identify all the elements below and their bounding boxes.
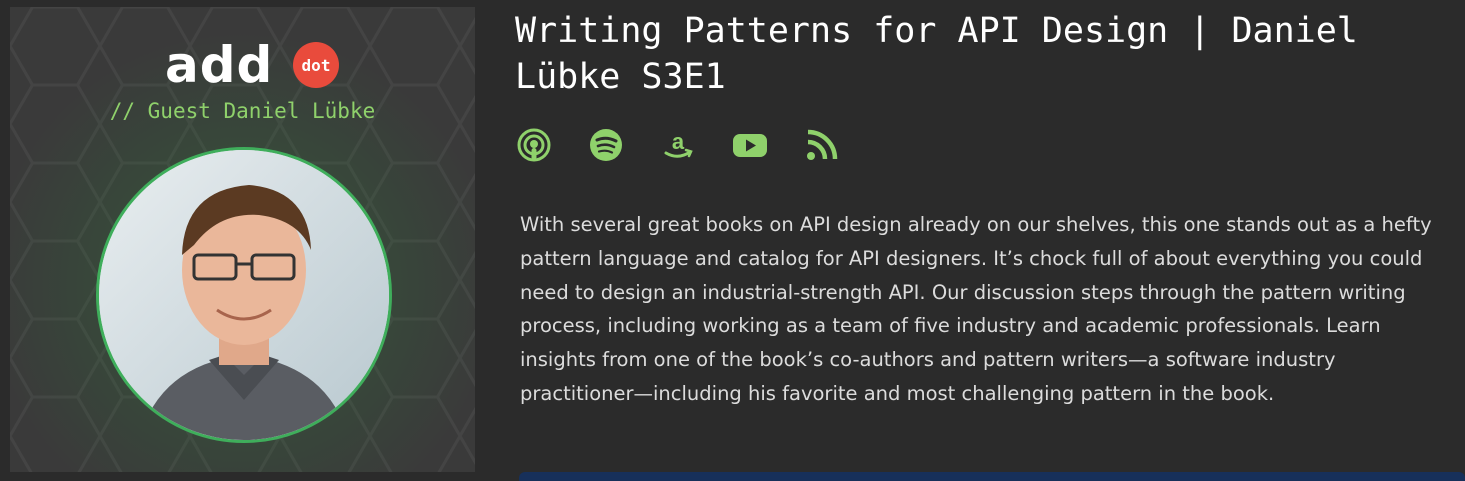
rss-icon — [807, 129, 838, 160]
rss-link[interactable] — [803, 126, 841, 164]
amazon-icon: a — [664, 129, 693, 158]
logo-badge: dot — [293, 42, 339, 88]
episode-title: Writing Patterns for API Design | Daniel… — [515, 11, 1358, 97]
amazon-music-link[interactable]: a — [659, 126, 697, 164]
youtube-link[interactable] — [731, 126, 769, 164]
youtube-icon — [733, 134, 767, 157]
platform-links: a — [515, 126, 875, 164]
episode-cover-art: add dot // Guest Daniel Lübke — [10, 7, 475, 472]
apple-podcasts-link[interactable] — [515, 126, 553, 164]
spotify-icon — [590, 129, 622, 161]
logo-text: add — [165, 36, 274, 94]
guest-portrait — [99, 150, 389, 440]
guest-avatar — [96, 147, 392, 443]
player-bar-edge — [519, 472, 1465, 481]
podcast-icon — [517, 128, 551, 162]
spotify-link[interactable] — [587, 126, 625, 164]
svg-text:a: a — [672, 129, 685, 154]
guest-line: // Guest Daniel Lübke — [109, 99, 376, 123]
episode-description: With several great books on API design a… — [520, 213, 1432, 405]
